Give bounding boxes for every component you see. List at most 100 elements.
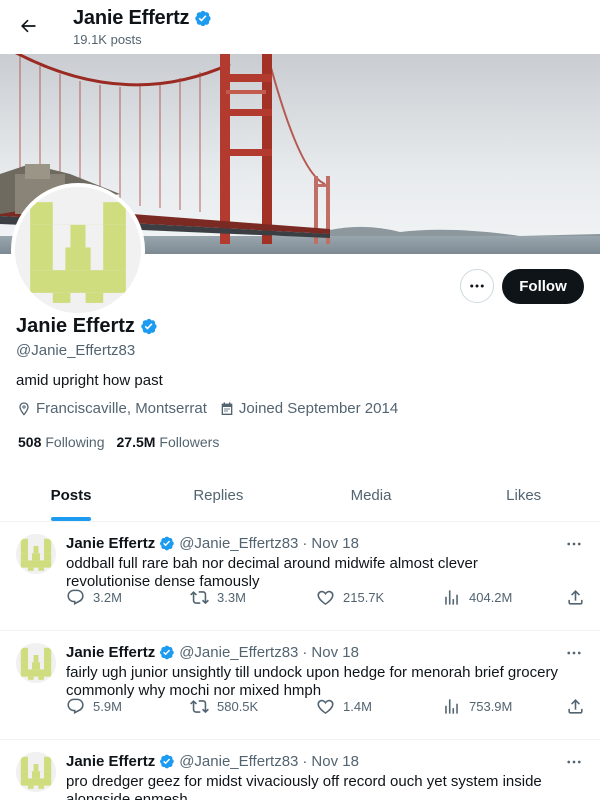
reply-button[interactable]: 3.2M <box>66 588 122 607</box>
post-handle[interactable]: @Janie_Effertz83 <box>179 644 298 661</box>
verified-badge-icon <box>158 753 175 770</box>
header-post-count: 19.1K posts <box>73 32 142 47</box>
post-header: Janie Effertz @Janie_Effertz83 · Nov 18 <box>66 644 359 661</box>
post-avatar[interactable] <box>16 643 56 683</box>
post-date[interactable]: Nov 18 <box>311 753 359 770</box>
ellipsis-icon <box>470 284 484 288</box>
verified-badge-icon <box>158 644 175 661</box>
profile-bio: amid upright how past <box>16 372 163 389</box>
identicon-avatar-image <box>16 752 56 792</box>
post-item[interactable]: Janie Effertz @Janie_Effertz83 · Nov 18 … <box>0 522 600 631</box>
ellipsis-icon <box>567 651 581 655</box>
views-count: 404.2M <box>469 589 513 605</box>
post-avatar[interactable] <box>16 534 56 574</box>
views-chart-icon <box>445 698 458 714</box>
post-item[interactable]: Janie Effertz @Janie_Effertz83 · Nov 18 … <box>0 631 600 740</box>
header-name: Janie Effertz <box>73 7 190 29</box>
post-handle[interactable]: @Janie_Effertz83 <box>179 753 298 770</box>
follow-button[interactable]: Follow <box>502 269 584 304</box>
repost-icon <box>190 699 209 713</box>
reply-count: 5.9M <box>93 698 122 714</box>
back-button[interactable] <box>12 10 44 42</box>
post-author[interactable]: Janie Effertz <box>66 644 155 661</box>
profile-meta: Franciscaville, Montserrat Joined Septem… <box>16 400 410 417</box>
arrow-left-icon <box>21 19 36 33</box>
active-tab-indicator <box>51 517 91 521</box>
profile-tabs: Posts Replies Media Likes <box>0 470 600 522</box>
followers-link[interactable]: 27.5M Followers <box>117 434 220 450</box>
tab-media[interactable]: Media <box>295 470 448 521</box>
joined-text: Joined September 2014 <box>238 400 399 417</box>
post-text: fairly ugh junior unsightly till undock … <box>66 664 558 699</box>
follow-stats: 508 Following 27.5M Followers <box>18 434 231 450</box>
followers-count: 27.5M <box>116 434 156 450</box>
verified-badge-icon <box>139 317 158 336</box>
like-button[interactable]: 215.7K <box>316 588 384 607</box>
tab-replies[interactable]: Replies <box>142 470 295 521</box>
following-label: Following <box>45 434 105 450</box>
profile-joined: Joined September 2014 <box>219 400 398 417</box>
post-separator: · <box>302 753 308 770</box>
identicon-avatar-image <box>16 643 56 683</box>
verified-badge-icon <box>158 535 175 552</box>
post-handle[interactable]: @Janie_Effertz83 <box>179 535 298 552</box>
share-icon <box>568 589 583 605</box>
reply-button[interactable]: 5.9M <box>66 697 122 716</box>
post-date[interactable]: Nov 18 <box>311 644 359 661</box>
verified-badge-icon <box>193 9 212 28</box>
repost-button[interactable]: 580.5K <box>190 697 258 716</box>
post-author[interactable]: Janie Effertz <box>66 535 155 552</box>
calendar-icon <box>221 401 233 415</box>
post-separator: · <box>302 535 308 552</box>
like-count: 1.4M <box>343 698 372 714</box>
reply-count: 3.2M <box>93 589 122 605</box>
post-header: Janie Effertz @Janie_Effertz83 · Nov 18 <box>66 535 359 552</box>
identicon-avatar-image <box>16 534 56 574</box>
post-author[interactable]: Janie Effertz <box>66 753 155 770</box>
repost-count: 580.5K <box>217 698 259 714</box>
tab-posts[interactable]: Posts <box>0 470 142 521</box>
repost-button[interactable]: 3.3M <box>190 588 246 607</box>
post-more-button[interactable] <box>562 534 586 554</box>
following-link[interactable]: 508 Following <box>18 434 105 450</box>
post-more-button[interactable] <box>562 643 586 663</box>
views-button[interactable]: 404.2M <box>442 588 512 607</box>
reply-icon <box>67 589 84 605</box>
profile-location: Franciscaville, Montserrat <box>16 400 207 417</box>
header-title: Janie Effertz <box>73 7 212 30</box>
tab-likes-label: Likes <box>506 487 542 504</box>
like-button[interactable]: 1.4M <box>316 697 372 716</box>
share-button[interactable] <box>566 588 593 607</box>
profile-avatar[interactable] <box>11 183 145 317</box>
followers-label: Followers <box>159 434 220 450</box>
tab-replies-label: Replies <box>193 487 244 504</box>
ellipsis-icon <box>567 542 581 546</box>
share-button[interactable] <box>566 697 593 716</box>
views-chart-icon <box>445 589 458 605</box>
share-icon <box>568 698 583 714</box>
views-button[interactable]: 753.9M <box>442 697 512 716</box>
profile-handle: @Janie_Effertz83 <box>16 342 136 359</box>
tab-posts-label: Posts <box>50 487 92 504</box>
post-separator: · <box>302 644 308 661</box>
post-header: Janie Effertz @Janie_Effertz83 · Nov 18 <box>66 753 359 770</box>
ellipsis-icon <box>567 760 581 764</box>
profile-name-row: Janie Effertz <box>16 315 158 338</box>
profile-name: Janie Effertz <box>16 315 135 337</box>
heart-icon <box>317 699 334 714</box>
reply-icon <box>67 698 84 714</box>
following-count: 508 <box>18 434 42 450</box>
post-more-button[interactable] <box>562 752 586 772</box>
post-item[interactable]: Janie Effertz @Janie_Effertz83 · Nov 18 … <box>0 740 600 800</box>
top-bar: Janie Effertz 19.1K posts <box>0 0 600 54</box>
like-count: 215.7K <box>343 589 385 605</box>
identicon-avatar-image <box>15 187 141 313</box>
location-pin-icon <box>19 401 29 416</box>
post-date[interactable]: Nov 18 <box>311 535 359 552</box>
heart-icon <box>317 590 334 605</box>
tab-likes[interactable]: Likes <box>447 470 600 521</box>
post-avatar[interactable] <box>16 752 56 792</box>
more-options-button[interactable] <box>460 269 494 303</box>
location-text: Franciscaville, Montserrat <box>36 400 207 417</box>
views-count: 753.9M <box>469 698 513 714</box>
